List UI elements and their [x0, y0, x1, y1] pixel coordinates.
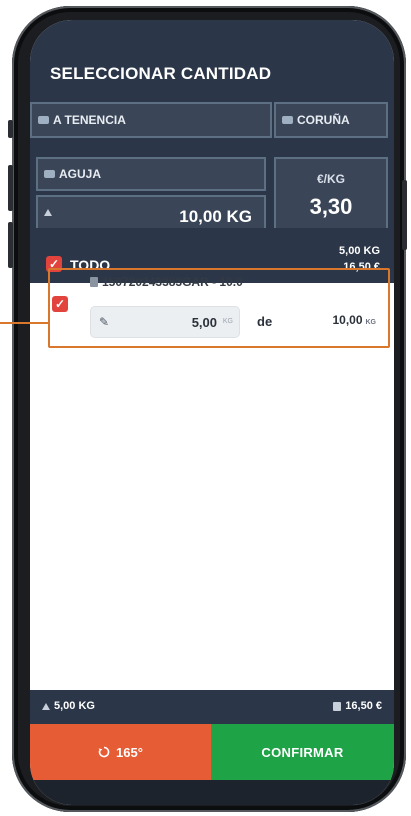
tag-icon — [90, 277, 98, 287]
rotate-button[interactable]: 165° — [30, 724, 211, 780]
item-checkbox[interactable]: ✓ — [52, 296, 68, 312]
item-total-unit: KG — [365, 319, 377, 326]
weight-icon — [44, 209, 52, 216]
species-label: AGUJA — [59, 167, 102, 181]
fish-icon — [44, 170, 55, 178]
item-code-text: 150720243383GAR - 10.0 — [102, 275, 243, 289]
phone-power-button — [402, 180, 407, 250]
edit-icon: ✎ — [99, 315, 110, 329]
quantity-input[interactable]: ✎ 5,00 KG — [90, 306, 240, 338]
app-screen: SELECCIONAR CANTIDAD A TENENCIA CORUÑA A… — [30, 20, 394, 805]
item-code: 150720243383GAR - 10.0 — [90, 275, 243, 289]
summary-amount: 16,50 € — [345, 700, 382, 712]
coins-icon — [333, 701, 342, 711]
summary-weight: 5,00 KG — [54, 700, 95, 712]
page-title: SELECCIONAR CANTIDAD — [50, 64, 272, 83]
confirm-label: CONFIRMAR — [261, 744, 344, 760]
factory-icon — [282, 116, 293, 124]
tenencia-label: A TENENCIA — [53, 113, 126, 127]
weight-value: 10,00 KG — [179, 207, 252, 226]
confirm-button[interactable]: CONFIRMAR — [211, 724, 394, 780]
location-label: CORUÑA — [297, 113, 350, 127]
rotate-label: 165° — [116, 744, 143, 760]
item-total-value: 10,00 — [332, 313, 363, 327]
price-value: 3,30 — [309, 194, 353, 219]
weight-icon — [42, 702, 50, 710]
phone-side-button — [8, 120, 13, 138]
callout-line — [0, 322, 48, 324]
quantity-unit: KG — [222, 318, 233, 325]
action-buttons: 165° CONFIRMAR — [30, 724, 394, 780]
phone-volume-up — [8, 165, 13, 211]
bottom-bar — [30, 780, 394, 805]
species-field: AGUJA — [36, 157, 266, 191]
summary-bar: 5,00 KG 16,50 € — [30, 690, 394, 724]
header: SELECCIONAR CANTIDAD — [30, 20, 394, 102]
price-label: €/KG — [316, 172, 345, 186]
quantity-value: 5,00 — [191, 315, 217, 330]
rotate-icon — [98, 746, 110, 758]
of-label: de — [257, 314, 273, 329]
location-field: CORUÑA — [274, 102, 388, 138]
phone-volume-down — [8, 222, 13, 268]
select-all-weight: 5,00 KG — [339, 245, 380, 257]
building-icon — [38, 116, 49, 124]
price-field: €/KG 3,30 — [274, 157, 388, 233]
item-total: 10,00 KG — [332, 313, 376, 327]
tenencia-field: A TENENCIA — [30, 102, 272, 138]
